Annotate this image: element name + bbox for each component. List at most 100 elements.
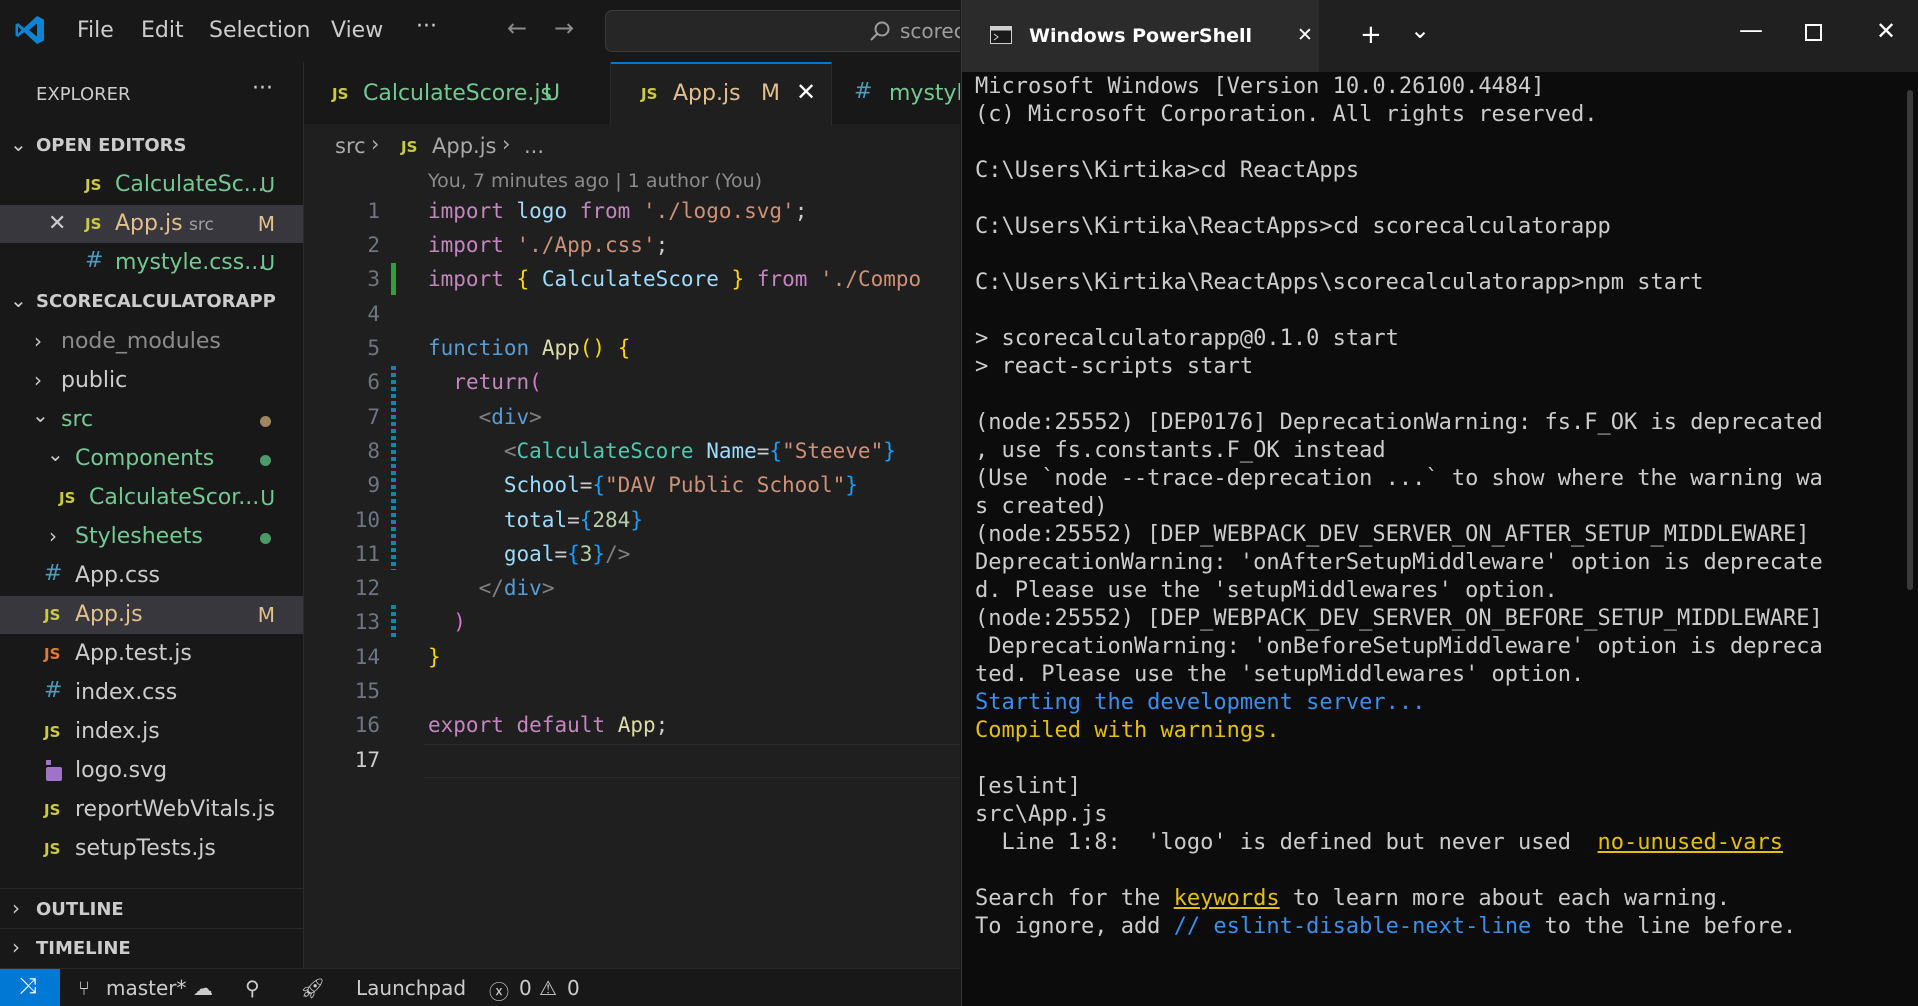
code-line: </div> — [478, 576, 555, 600]
tree-label: logo.svg — [75, 758, 168, 783]
warning-icon[interactable]: ⚠ — [539, 976, 557, 1000]
line-number: 10 — [354, 508, 380, 532]
tree-item-app-css[interactable]: # App.css — [0, 557, 303, 595]
source-control-graph-icon[interactable]: ⚲ — [245, 976, 260, 1000]
keywords-link[interactable]: keywords — [1174, 886, 1280, 911]
open-editor-mystyle[interactable]: # mystyle.css... U — [0, 244, 303, 282]
tree-item-node-modules[interactable]: › node_modules — [0, 323, 303, 361]
forward-arrow-icon[interactable]: → — [554, 14, 574, 42]
back-arrow-icon[interactable]: ← — [507, 14, 527, 42]
breadcrumb-symbol[interactable]: ... — [524, 134, 544, 158]
open-editor-appjs[interactable]: ✕ JS App.js src M — [0, 205, 303, 243]
tree-item-public[interactable]: › public — [0, 362, 303, 400]
chevron-down-icon[interactable]: ⌄ — [10, 132, 27, 156]
menu-file[interactable]: File — [77, 18, 114, 43]
rocket-icon: 🚀︎ — [300, 976, 326, 1000]
tree-item-index-js[interactable]: JS index.js — [0, 713, 303, 751]
terminal-line: > scorecalculatorapp@0.1.0 start — [975, 326, 1399, 351]
project-header[interactable]: SCORECALCULATORAPP — [36, 291, 276, 312]
js-file-icon: JS — [59, 489, 76, 507]
terminal-line: > react-scripts start — [975, 354, 1254, 379]
chevron-right-icon[interactable]: › — [12, 896, 20, 920]
terminal-scrollbar[interactable] — [1907, 90, 1913, 590]
code-line: School={"DAV Public School"} — [503, 473, 858, 497]
tree-item-components[interactable]: ⌄ Components — [0, 440, 303, 478]
tree-item-src[interactable]: ⌄ src — [0, 401, 303, 439]
tab-calculatescore[interactable]: JS CalculateScore.js U — [304, 62, 611, 124]
terminal-line: [eslint] — [975, 774, 1081, 799]
menu-view[interactable]: View — [331, 18, 383, 43]
line-number: 7 — [367, 405, 380, 429]
maximize-icon[interactable] — [1805, 24, 1822, 41]
close-icon[interactable]: ✕ — [48, 211, 66, 236]
svg-file-icon — [46, 760, 62, 781]
remote-button[interactable]: ⤨ — [0, 969, 60, 1006]
code-line: ) — [453, 610, 466, 634]
test-js-file-icon: JS — [44, 645, 61, 663]
terminal-line: (Use `node --trace-deprecation ...` to s… — [975, 466, 1823, 491]
breadcrumb-src[interactable]: src — [335, 134, 366, 158]
line-number: 14 — [354, 645, 380, 669]
search-icon — [870, 21, 890, 41]
menu-more[interactable]: ··· — [416, 14, 437, 39]
code-line: return( — [453, 370, 542, 394]
error-icon[interactable]: ⓧ — [489, 976, 509, 1005]
timeline-header[interactable]: TIMELINE — [36, 938, 131, 959]
tree-item-logo-svg[interactable]: logo.svg — [0, 752, 303, 790]
close-window-icon[interactable]: ✕ — [1876, 17, 1896, 45]
new-tab-icon[interactable]: + — [1360, 20, 1382, 50]
tree-label: App.css — [75, 563, 160, 588]
tree-item-index-css[interactable]: # index.css — [0, 674, 303, 712]
tab-mystyle[interactable]: # mystyle — [832, 62, 960, 124]
tree-label: index.js — [75, 719, 160, 744]
code-line: import { CalculateScore } from './Compo — [428, 267, 922, 291]
menu-edit[interactable]: Edit — [141, 18, 184, 43]
error-count[interactable]: 0 — [519, 976, 532, 1000]
tab-app-js[interactable]: JS App.js M ✕ — [611, 62, 832, 126]
tree-item-reportwebvitals[interactable]: JS reportWebVitals.js — [0, 791, 303, 829]
tree-item-stylesheets[interactable]: › Stylesheets — [0, 518, 303, 556]
tree-item-app-test-js[interactable]: JS App.test.js — [0, 635, 303, 673]
open-editor-calculatescore[interactable]: JS CalculateSc... U — [0, 166, 303, 204]
tab-close-icon[interactable]: ✕ — [1297, 24, 1313, 46]
sync-cloud-icon[interactable]: ☁ — [193, 976, 213, 1000]
terminal-line: To ignore, add // eslint-disable-next-li… — [975, 914, 1797, 939]
line-number: 12 — [354, 576, 380, 600]
explorer-more-icon[interactable]: ··· — [252, 76, 273, 101]
menu-selection[interactable]: Selection — [209, 18, 310, 43]
tree-item-setuptests[interactable]: JS setupTests.js — [0, 830, 303, 868]
tree-item-calculatescore[interactable]: JS CalculateScor... U — [0, 479, 303, 517]
untracked-badge: U — [544, 81, 561, 106]
chevron-down-icon[interactable]: ⌄ — [1410, 16, 1430, 44]
git-blame-lens[interactable]: You, 7 minutes ago | 1 author (You) — [428, 170, 762, 192]
breadcrumb-appjs[interactable]: App.js — [432, 134, 496, 158]
code-line: goal={3}/> — [503, 542, 631, 566]
terminal-warning-line: Line 1:8: 'logo' is defined but never us… — [975, 830, 1783, 855]
js-file-icon: JS — [85, 215, 102, 233]
tree-item-app-js[interactable]: JS App.js M — [0, 596, 303, 634]
terminal-status-compiled: Compiled with warnings. — [975, 718, 1280, 743]
editor-tabs: JS CalculateScore.js U JS App.js M ✕ # m… — [304, 62, 960, 126]
terminal-line: s created) — [975, 494, 1108, 519]
command-center[interactable]: scorec — [605, 10, 960, 52]
chevron-right-icon[interactable]: › — [12, 935, 20, 959]
chevron-down-icon[interactable]: ⌄ — [10, 288, 27, 312]
terminal-tab[interactable]: Windows PowerShell ✕ — [962, 0, 1319, 72]
warning-count[interactable]: 0 — [567, 976, 580, 1000]
terminal-titlebar: Windows PowerShell ✕ + ⌄ — ✕ — [962, 0, 1918, 72]
minimize-icon[interactable]: — — [1739, 16, 1763, 44]
outline-header[interactable]: OUTLINE — [36, 899, 124, 920]
tab-close-icon[interactable]: ✕ — [796, 78, 816, 106]
launchpad-button[interactable]: Launchpad — [356, 976, 466, 1000]
open-editors-header[interactable]: OPEN EDITORS — [36, 135, 186, 156]
rule-link[interactable]: no-unused-vars — [1598, 830, 1783, 855]
terminal-line: C:\Users\Kirtika>cd ReactApps — [975, 158, 1360, 183]
tab-label: CalculateScore.js — [363, 81, 552, 106]
css-file-icon: # — [44, 678, 63, 703]
terminal-line: (node:25552) [DEP_WEBPACK_DEV_SERVER_ON_… — [975, 606, 1823, 631]
code-line: function App() { — [428, 336, 631, 360]
title-bar: File Edit Selection View ··· ← → scorec — [0, 0, 960, 62]
untracked-dot — [260, 455, 271, 466]
branch-name[interactable]: master* — [106, 976, 187, 1000]
tree-label: Components — [75, 446, 215, 471]
